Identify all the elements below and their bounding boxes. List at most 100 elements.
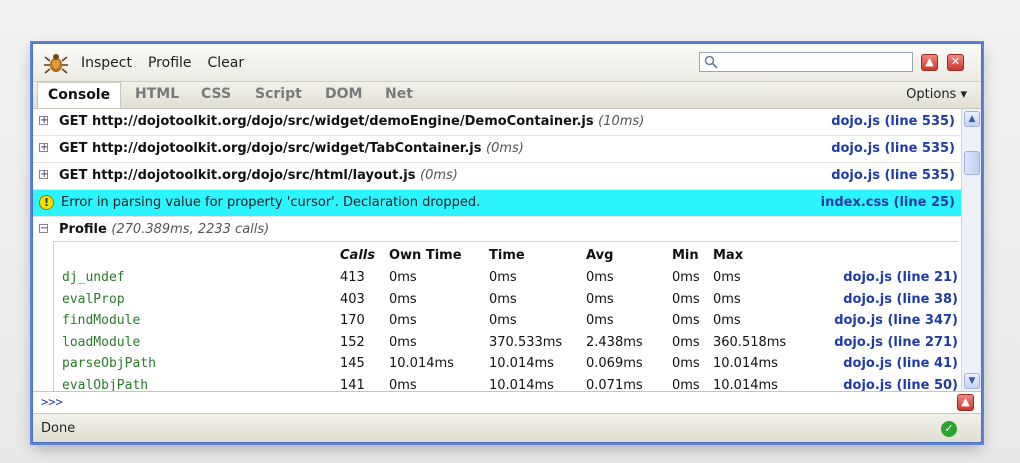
time-cell: 10.014ms (489, 356, 554, 371)
min-cell: 0ms (672, 313, 700, 328)
scroll-down-button[interactable]: ▼ (964, 373, 980, 389)
time-cell: 10.014ms (489, 377, 554, 392)
header-avg[interactable]: Avg (586, 248, 613, 263)
own-time-cell: 0ms (389, 291, 417, 307)
max-cell: 360.518ms (713, 334, 787, 350)
time-cell: 0ms (489, 291, 517, 307)
own-time-cell: 10.014ms (389, 356, 454, 371)
max-cell: 10.014ms (713, 356, 778, 371)
expand-command-button[interactable]: ▲ (957, 394, 974, 411)
avg-cell: 2.438ms (586, 334, 643, 350)
tab-bar: Console HTML CSS Script DOM Net Options … (33, 82, 981, 109)
log-row[interactable]: + GET http://dojotoolkit.org/dojo/src/ht… (33, 163, 961, 190)
source-link[interactable]: dojo.js (line 38) (843, 292, 958, 307)
min-cell: 0ms (672, 334, 700, 350)
own-time-cell: 0ms (389, 313, 417, 328)
source-link[interactable]: dojo.js (line 535) (831, 141, 955, 156)
console-log: + GET http://dojotoolkit.org/dojo/src/wi… (33, 109, 961, 391)
chevron-up-icon: ▲ (961, 395, 970, 408)
function-name: evalObjPath (62, 377, 149, 392)
search-input[interactable] (720, 54, 912, 72)
scroll-up-button[interactable]: ▲ (964, 111, 980, 127)
max-cell: 0ms (713, 270, 741, 285)
command-prompt: >>> (41, 395, 63, 409)
options-menu[interactable]: Options ▾ (906, 87, 967, 102)
calls-cell: 413 (340, 270, 365, 285)
firebug-window: Inspect Profile Clear ▲ ✕ Console HTML C… (32, 43, 982, 443)
request-url: GET http://dojotoolkit.org/dojo/src/html… (59, 168, 416, 183)
min-cell: 0ms (672, 377, 700, 392)
tab-script[interactable]: Script (255, 86, 302, 102)
log-row[interactable]: + GET http://dojotoolkit.org/dojo/src/wi… (33, 109, 961, 136)
source-link[interactable]: dojo.js (line 50) (843, 378, 958, 392)
search-icon (704, 55, 718, 69)
chevron-down-icon: ▼ (968, 376, 976, 386)
header-min[interactable]: Min (672, 248, 699, 263)
command-line[interactable]: >>> ▲ (33, 391, 981, 414)
avg-cell: 0ms (586, 291, 614, 307)
tab-html[interactable]: HTML (135, 86, 179, 102)
function-name: loadModule (62, 334, 141, 350)
expand-icon[interactable]: + (39, 170, 48, 180)
chevron-up-icon: ▲ (968, 114, 976, 124)
source-link[interactable]: dojo.js (line 347) (834, 313, 958, 328)
request-time: (10ms) (598, 114, 645, 129)
log-row[interactable]: + GET http://dojotoolkit.org/dojo/src/wi… (33, 136, 961, 163)
tab-console[interactable]: Console (37, 82, 122, 108)
source-link[interactable]: dojo.js (line 535) (831, 168, 955, 183)
status-text: Done (41, 421, 76, 436)
request-time: (0ms) (486, 141, 524, 156)
error-row[interactable]: ! Error in parsing value for property 'c… (33, 190, 961, 217)
header-calls[interactable]: Calls (340, 248, 375, 263)
avg-cell: 0ms (586, 313, 614, 328)
max-cell: 0ms (713, 291, 741, 307)
firebug-icon[interactable] (43, 50, 69, 76)
expand-icon[interactable]: + (39, 116, 48, 126)
header-time[interactable]: Time (489, 248, 525, 263)
source-link[interactable]: dojo.js (line 535) (831, 114, 955, 129)
profile-summary: (270.389ms, 2233 calls) (111, 222, 270, 237)
max-cell: 0ms (713, 313, 741, 328)
own-time-cell: 0ms (389, 334, 417, 350)
profile-row-evalObjPath: evalObjPath 141 0ms 10.014ms 0.071ms 0ms 10.01… (54, 376, 958, 392)
tab-net[interactable]: Net (385, 86, 413, 102)
calls-cell: 141 (340, 377, 365, 392)
source-link[interactable]: dojo.js (line 271) (834, 335, 958, 350)
time-cell: 370.533ms (489, 334, 563, 350)
check-icon: ✓ (941, 421, 957, 437)
toolbar: Inspect Profile Clear ▲ ✕ (33, 44, 981, 82)
avg-cell: 0.069ms (586, 356, 643, 371)
profile-title: Profile (59, 222, 107, 237)
header-own-time[interactable]: Own Time (389, 248, 462, 263)
request-url: GET http://dojotoolkit.org/dojo/src/widg… (59, 141, 482, 156)
calls-cell: 145 (340, 356, 365, 371)
source-link[interactable]: dojo.js (line 21) (843, 270, 958, 285)
minimize-button[interactable]: ▲ (921, 54, 938, 71)
profile-button[interactable]: Profile (148, 55, 192, 71)
profile-row[interactable]: − Profile (270.389ms, 2233 calls) (33, 217, 961, 243)
tab-css[interactable]: CSS (201, 86, 231, 102)
calls-cell: 152 (340, 334, 365, 350)
header-max[interactable]: Max (713, 248, 743, 263)
clear-button[interactable]: Clear (208, 55, 245, 71)
vertical-scrollbar[interactable]: ▲ ▼ (961, 109, 981, 391)
request-time: (0ms) (420, 168, 458, 183)
tab-dom[interactable]: DOM (325, 86, 362, 102)
profile-row-evalProp: evalProp 403 0ms 0ms 0ms 0ms 0ms dojo.js (line … (54, 290, 958, 311)
scrollbar-thumb[interactable] (964, 151, 980, 175)
expand-icon[interactable]: + (39, 143, 48, 153)
function-name: evalProp (62, 291, 125, 307)
close-button[interactable]: ✕ (947, 54, 964, 71)
inspect-button[interactable]: Inspect (81, 55, 132, 71)
function-name: parseObjPath (62, 356, 156, 371)
profile-row-loadModule: loadModule 152 0ms 370.533ms 2.438ms 0ms 360.5… (54, 333, 958, 354)
calls-cell: 403 (340, 291, 365, 307)
source-link[interactable]: dojo.js (line 41) (843, 356, 958, 371)
source-link[interactable]: index.css (line 25) (821, 195, 955, 210)
collapse-icon[interactable]: − (39, 224, 48, 234)
profile-table: Calls Own Time Time Avg Min Max dj_undef… (53, 241, 958, 391)
calls-cell: 170 (340, 313, 365, 328)
max-cell: 10.014ms (713, 377, 778, 392)
function-name: findModule (62, 313, 141, 328)
min-cell: 0ms (672, 356, 700, 371)
